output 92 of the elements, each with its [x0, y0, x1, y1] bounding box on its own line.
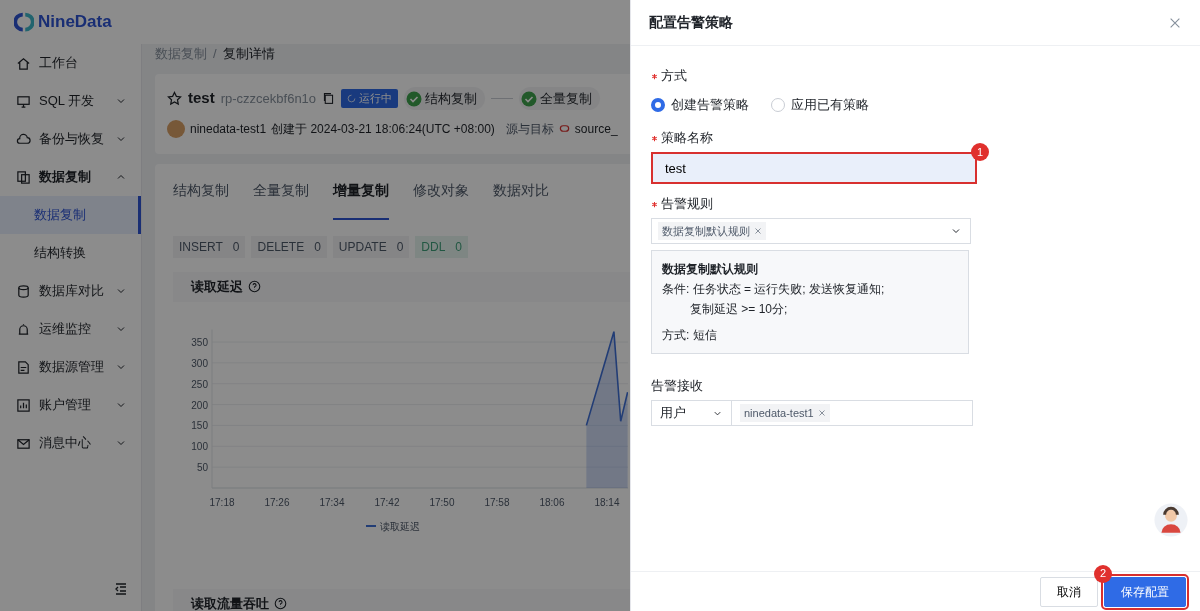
status-text: 运行中 — [359, 91, 393, 107]
task-name: test — [188, 88, 215, 109]
save-button[interactable]: 保存配置 — [1104, 576, 1186, 607]
radio-label: 创建告警策略 — [671, 96, 749, 115]
source-target-label: 源与目标 — [505, 120, 554, 138]
y-axis-label: 300 — [191, 357, 208, 369]
x-axis-label: 18:14 — [594, 496, 620, 508]
tab[interactable]: 修改对象 — [413, 163, 469, 220]
field-label: 告警规则 — [661, 195, 713, 214]
sidebar-item[interactable]: 数据复制 — [0, 158, 141, 196]
x-axis-label: 17:18 — [209, 496, 235, 508]
counter-value: 0 — [314, 238, 321, 256]
documents-icon — [16, 169, 31, 185]
field-label: 方式 — [661, 67, 687, 86]
step-label: 全量复制 — [540, 89, 593, 108]
x-axis-label: 18:06 — [539, 496, 565, 508]
star-icon[interactable] — [167, 91, 182, 106]
x-axis-label: 17:26 — [264, 496, 290, 508]
x-axis-label: 17:50 — [429, 496, 455, 508]
counter-label: UPDATE — [338, 238, 387, 256]
breadcrumb-separator: / — [213, 45, 217, 63]
logo-text: NineData — [38, 11, 112, 34]
sidebar-item[interactable]: 数据库对比 — [0, 272, 141, 310]
sidebar-item[interactable]: 数据源管理 — [0, 348, 141, 386]
step-marker: 2 — [1094, 564, 1112, 583]
alarm-icon — [16, 321, 31, 337]
counter-label: DDL — [421, 238, 446, 256]
step-label: 结构复制 — [425, 89, 478, 108]
sidebar-item[interactable]: SQL 开发 — [0, 82, 141, 120]
tab[interactable]: 数据对比 — [493, 163, 549, 220]
document-icon — [16, 359, 31, 375]
legend-label: 读取延迟 — [380, 520, 420, 532]
rule-method: 方式: 短信 — [662, 327, 718, 344]
monitor-icon — [16, 93, 31, 109]
support-agent-icon[interactable] — [1154, 503, 1188, 537]
sidebar-item[interactable]: 消息中心 — [0, 424, 141, 462]
remove-icon[interactable] — [754, 227, 762, 235]
y-axis-label: 200 — [191, 399, 208, 411]
tag-label: 数据复制默认规则 — [662, 223, 750, 239]
cloud-icon — [16, 131, 31, 147]
counter-value: 0 — [455, 238, 463, 256]
sidebar-subitem[interactable]: 数据复制 — [0, 196, 141, 234]
creator-name: ninedata-test1 — [190, 120, 267, 138]
tab[interactable]: 增量复制 — [333, 163, 389, 220]
field-label: 策略名称 — [661, 129, 713, 148]
logo-icon — [14, 12, 34, 32]
tab[interactable]: 结构复制 — [173, 163, 229, 220]
source-name: source_ — [574, 120, 618, 138]
rule-condition: 条件: 任务状态 = 运行失败; 发送恢复通知; — [662, 281, 886, 298]
counter-value: 0 — [396, 238, 404, 256]
rule-select[interactable]: 数据复制默认规则 — [651, 218, 971, 244]
legend-swatch — [365, 524, 377, 527]
radio-label: 应用已有策略 — [791, 96, 869, 115]
collapse-menu-icon[interactable] — [113, 581, 129, 597]
counter-value: 0 — [232, 238, 240, 256]
cylinder-icon — [16, 283, 31, 299]
home-icon — [16, 55, 31, 71]
tab[interactable]: 全量复制 — [253, 163, 309, 220]
panel-title: 读取延迟 — [191, 277, 243, 296]
x-axis-label: 17:42 — [374, 496, 400, 508]
radio-button[interactable] — [651, 98, 665, 112]
cancel-button[interactable]: 取消 — [1040, 576, 1098, 607]
panel-title: 读取流量吞吐 — [191, 594, 269, 611]
breadcrumb-current: 复制详情 — [222, 45, 275, 63]
copy-icon[interactable] — [322, 92, 336, 105]
help-icon[interactable] — [274, 597, 287, 610]
y-axis-label: 100 — [191, 440, 208, 452]
name-input[interactable]: test — [651, 152, 977, 184]
sidebar-item[interactable]: 账户管理 — [0, 386, 141, 424]
chart-icon — [16, 397, 31, 413]
sidebar-subitem[interactable]: 结构转换 — [0, 234, 141, 272]
avatar-icon — [167, 119, 185, 138]
task-id: rp-czzcekbf6n1o — [220, 89, 317, 108]
created-time: 创建于 2024-03-21 18:06:24(UTC +08:00) — [271, 120, 495, 138]
x-axis-label: 17:58 — [484, 496, 510, 508]
drawer-title: 配置告警策略 — [649, 13, 733, 32]
sidebar-item[interactable]: 工作台 — [0, 44, 141, 82]
rule-condition: 复制延迟 >= 10分; — [689, 301, 789, 318]
step-marker: 1 — [971, 143, 989, 161]
help-icon[interactable] — [248, 280, 261, 293]
y-axis-label: 150 — [191, 419, 208, 431]
rule-title: 数据复制默认规则 — [662, 261, 759, 278]
x-axis-label: 17:34 — [319, 496, 345, 508]
sidebar-item[interactable]: 运维监控 — [0, 310, 141, 348]
y-axis-label: 350 — [191, 336, 208, 348]
counter-label: DELETE — [257, 238, 305, 256]
spinner-icon — [347, 94, 357, 103]
y-axis-label: 250 — [191, 378, 208, 390]
y-axis-label: 50 — [196, 461, 208, 473]
sidebar-item[interactable]: 备份与恢复 — [0, 120, 141, 158]
field-label: 告警接收 — [651, 377, 703, 396]
counter-label: INSERT — [179, 238, 223, 256]
